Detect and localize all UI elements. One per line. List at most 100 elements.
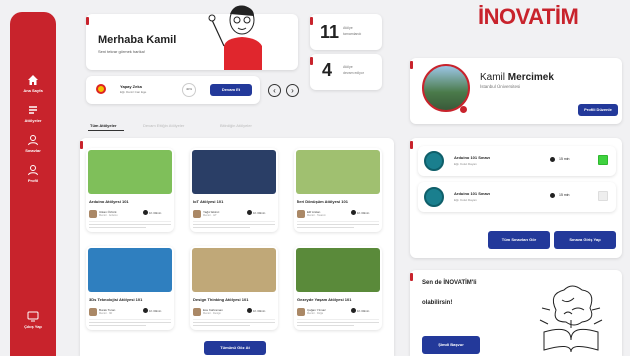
course-title: Gezeyde Yaşam Atölyesi 101: [297, 297, 352, 302]
arduino-icon: [424, 187, 444, 207]
promo-line1: Sen de İNOVATİM'li: [422, 280, 477, 286]
course-description: [193, 319, 275, 326]
greeting-title: Merhaba Kamil: [98, 34, 177, 46]
course-title: IoT Atölyesi 101: [193, 199, 224, 204]
course-duration: 1h 30min: [149, 309, 162, 313]
course-duration: 1h 30min: [357, 211, 370, 215]
section-marker: [80, 141, 83, 149]
teacher-desc: Mentor · Arduino: [99, 214, 118, 217]
teacher-avatar: [193, 210, 201, 218]
exam-row[interactable]: Arduino 101 Sınavı Eğt. Kutut Dayan 15 m…: [418, 146, 616, 176]
sidebar-item-exams[interactable]: Sınavlar: [10, 134, 56, 153]
profile-card: Kamil Mercimek İstanbul Üniversitesi Pro…: [410, 58, 622, 124]
stat-label: devam ediyor: [343, 71, 365, 75]
stat-value: 11: [320, 22, 340, 42]
teacher-avatar: [89, 210, 97, 218]
tab-underline: [88, 130, 124, 131]
course-image: [88, 248, 172, 292]
continue-button[interactable]: Devam Et: [210, 84, 252, 96]
course-title: Design Thinking Atölyesi 101: [193, 297, 249, 302]
teacher-desc: Mentor · 3D: [99, 312, 113, 315]
teacher-avatar: [297, 308, 305, 316]
greeting-subtitle: Seni tekrar görmek harika!: [98, 49, 145, 54]
clock-icon: [351, 308, 356, 313]
prev-arrow-icon[interactable]: ‹: [268, 84, 281, 97]
clock-icon: [351, 210, 356, 215]
course-description: [297, 221, 379, 228]
stat-card-ongoing: 4 Atölye devam ediyor: [310, 54, 382, 90]
tab-finished[interactable]: Bitirdiğin Atölyeler: [220, 123, 252, 128]
flag-icon: [96, 84, 106, 94]
tab-all[interactable]: Tüm Atölyeler: [90, 123, 117, 128]
section-marker: [310, 57, 313, 65]
course-description: [297, 319, 379, 326]
current-workshop-title: Yapay Zeka: [120, 84, 142, 89]
course-card[interactable]: Arduino Atölyesi 101 Utkan Öztürk Mentor…: [86, 148, 174, 232]
workshop-icon: [29, 106, 37, 114]
teacher-avatar: [193, 308, 201, 316]
profile-name: Kamil Mercimek: [480, 72, 554, 83]
start-exam-button[interactable]: Sınava Giriş Yap: [554, 231, 616, 249]
next-arrow-icon[interactable]: ›: [286, 84, 299, 97]
edit-profile-button[interactable]: Profili Düzenle: [578, 104, 618, 116]
course-description: [89, 319, 171, 326]
clock-icon: [550, 193, 555, 198]
course-image: [192, 248, 276, 292]
exam-row[interactable]: Arduino 101 Sınavı Eğt. Kutut Dayan 15 m…: [418, 182, 616, 212]
course-duration: 1h 30min: [253, 211, 266, 215]
section-marker: [410, 273, 413, 281]
apply-now-button[interactable]: Şimdi Başvur: [422, 336, 480, 354]
status-dot: [460, 106, 467, 113]
sidebar-item-label: Atölyeler: [24, 118, 42, 123]
course-duration: 1h 30min: [357, 309, 370, 313]
course-duration: 1h 30min: [149, 211, 162, 215]
teacher-desc: Mentor · Doğa: [307, 312, 323, 315]
sidebar-item-label: Ana Sayfa: [23, 88, 43, 93]
course-image: [88, 150, 172, 194]
teacher-avatar: [89, 308, 97, 316]
exam-title: Arduino 101 Sınavı: [454, 155, 491, 160]
logout-label: Çıkış Yap: [24, 324, 42, 329]
course-card[interactable]: IoT Atölyesi 101 Yağız Ekinci Mentor · I…: [190, 148, 278, 232]
promo-card: Sen de İNOVATİM'li olabilirsin! Şimdi Ba…: [410, 270, 622, 356]
stat-card-completed: 11 Atölye tamamlandı: [310, 14, 382, 50]
exam-teacher: Eğt. Kutut Dayan: [454, 162, 477, 166]
section-marker: [310, 17, 313, 25]
course-card[interactable]: İleri Dönüşüm Atölyesi 101 Elif Arslan M…: [294, 148, 382, 232]
course-title: İleri Dönüşüm Atölyesi 101: [297, 199, 348, 204]
stat-value: 4: [322, 60, 333, 80]
avatar: [422, 64, 470, 112]
current-workshop-teacher: Eğt. Deniz Can Ege: [120, 90, 147, 94]
exam-duration: 15 min: [559, 193, 570, 197]
sidebar-item-label: Sınavlar: [25, 148, 41, 153]
teacher-desc: Mentor · Tasarım: [307, 214, 326, 217]
section-marker: [86, 17, 89, 25]
tab-ongoing[interactable]: Devam Ettiğin Atölyeler: [143, 123, 184, 128]
sidebar-item-workshops[interactable]: Atölyeler: [10, 104, 56, 123]
exam-status-checkbox[interactable]: [598, 155, 608, 165]
course-image: [296, 150, 380, 194]
logout-icon: [27, 311, 39, 322]
clock-icon: [143, 308, 148, 313]
inovatim-logo: İNOVATİM: [478, 4, 579, 29]
exam-duration: 15 min: [559, 157, 570, 161]
exam-teacher: Eğt. Kutut Dayan: [454, 198, 477, 202]
section-marker: [410, 61, 413, 69]
course-card[interactable]: Gezeyde Yaşam Atölyesi 101 Çağan Yılmaz …: [294, 246, 382, 330]
exam-status-checkbox[interactable]: [598, 191, 608, 201]
logout-button[interactable]: Çıkış Yap: [10, 310, 56, 329]
sidebar-item-home[interactable]: Ana Sayfa: [10, 74, 56, 93]
profile-icon: [28, 165, 38, 176]
browse-all-button[interactable]: Tümünü Göz At: [204, 341, 266, 355]
course-card[interactable]: Design Thinking Atölyesi 101 Ece Kahrama…: [190, 246, 278, 330]
mascot-illustration: [208, 5, 262, 70]
course-title: Arduino Atölyesi 101: [89, 199, 129, 204]
sidebar-item-profile[interactable]: Profil: [10, 164, 56, 183]
stat-label: tamamlandı: [343, 32, 362, 36]
all-exams-button[interactable]: Tüm Sınavları Gör: [488, 231, 550, 249]
course-title: 3Ds Teknolojisi Atölyesi 101: [89, 297, 143, 302]
course-card[interactable]: 3Ds Teknolojisi Atölyesi 101 Burak Turan…: [86, 246, 174, 330]
teacher-desc: Mentor · Design: [203, 312, 221, 315]
section-marker: [410, 141, 413, 149]
sidebar-item-label: Profil: [27, 178, 39, 183]
